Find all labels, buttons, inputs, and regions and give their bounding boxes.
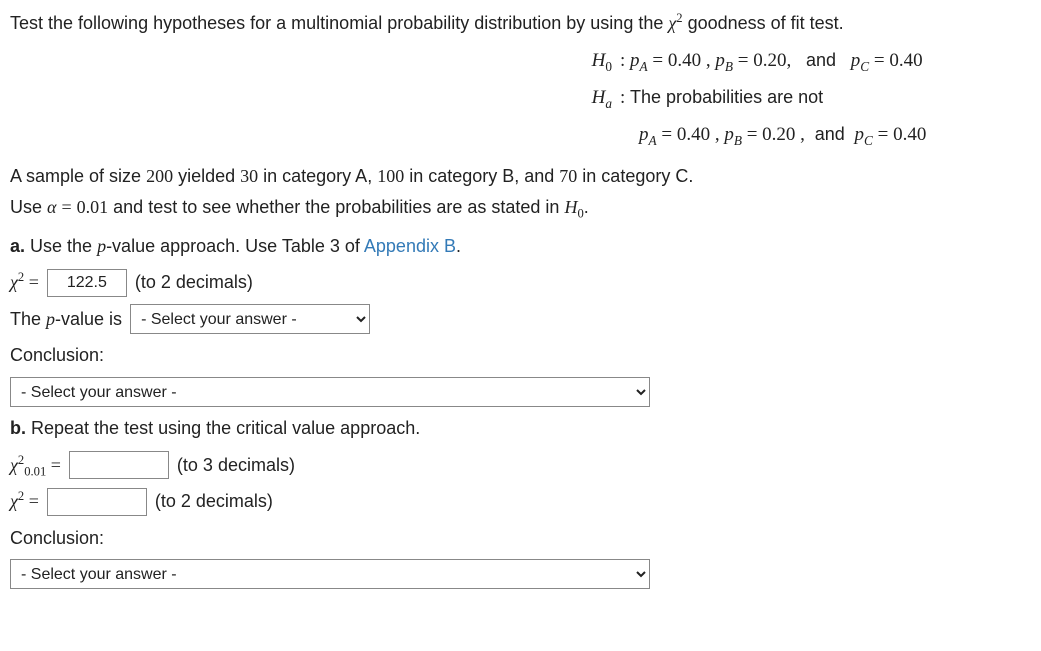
pvalue-label: The p-value is — [10, 304, 122, 335]
intro-pre: Test the following hypotheses for a mult… — [10, 13, 668, 33]
part-b-heading: b. Repeat the test using the critical va… — [10, 413, 1031, 444]
ha-line: Ha : The probabilities are not — [10, 82, 1031, 114]
appendix-link[interactable]: Appendix B — [364, 236, 456, 256]
chi-crit-row: χ20.01 = (to 3 decimals) — [10, 450, 1031, 481]
h0-label: H0 — [10, 45, 620, 77]
ha-body2: pA = 0.40 , pB = 0.20 , and pC = 0.40 — [620, 119, 926, 151]
sample-line: A sample of size 200 yielded 30 in categ… — [10, 161, 1031, 192]
h0-ref: H — [564, 197, 577, 217]
h0-line: H0 : pA = 0.40 , pB = 0.20, and pC = 0.4… — [10, 45, 1031, 77]
chi2-label: χ2 = — [10, 267, 39, 298]
sample-b: 100 — [377, 166, 404, 186]
conclusion-a-label: Conclusion: — [10, 340, 1031, 371]
sample-mid1: yielded — [173, 166, 240, 186]
h0-letter: H — [592, 50, 606, 71]
ha-label: Ha — [10, 82, 620, 114]
part-a-p: p — [97, 236, 106, 256]
pvalue-row: The p-value is - Select your answer - — [10, 304, 1031, 335]
conclusion-b-row: - Select your answer - — [10, 559, 1031, 589]
chi2b-row: χ2 = (to 2 decimals) — [10, 486, 1031, 517]
sample-mid3: in category B, and — [404, 166, 559, 186]
chi2b-label: χ2 = — [10, 486, 39, 517]
conclusion-a-select[interactable]: - Select your answer - — [10, 377, 650, 407]
chi-crit-label: χ20.01 = — [10, 450, 61, 481]
part-a-label: a. — [10, 236, 25, 256]
chi-crit-hint: (to 3 decimals) — [177, 450, 295, 481]
chi2-row: χ2 = (to 2 decimals) — [10, 267, 1031, 298]
sample-mid4: in category C. — [577, 166, 693, 186]
use-alpha-line: Use α = 0.01 and test to see whether the… — [10, 192, 1031, 223]
hypotheses-block: H0 : pA = 0.40 , pB = 0.20, and pC = 0.4… — [10, 45, 1031, 152]
colon: : — [620, 50, 630, 71]
sample-c: 70 — [559, 166, 577, 186]
colon2: : — [620, 87, 630, 108]
ha-body: : The probabilities are not — [620, 82, 823, 114]
sample-n: 200 — [146, 166, 173, 186]
chi2b-input[interactable] — [47, 488, 147, 516]
ha-sub: a — [605, 96, 612, 111]
chi2-hint: (to 2 decimals) — [135, 267, 253, 298]
h0-sub: 0 — [605, 58, 612, 73]
chi2b-hint: (to 2 decimals) — [155, 486, 273, 517]
intro-post: goodness of fit test. — [683, 13, 844, 33]
alpha-symbol: α — [47, 197, 56, 217]
use-alpha-mid: and test to see whether the probabilitie… — [108, 197, 564, 217]
part-a-mid: -value approach. Use Table 3 of — [106, 236, 364, 256]
part-a-pre: Use the — [25, 236, 97, 256]
conclusion-b-label: Conclusion: — [10, 523, 1031, 554]
sample-mid2: in category A, — [258, 166, 377, 186]
part-b-label: b. — [10, 418, 26, 438]
chi2-input[interactable] — [47, 269, 127, 297]
pvalue-select[interactable]: - Select your answer - — [130, 304, 370, 334]
use-alpha-pre: Use — [10, 197, 47, 217]
period2: . — [456, 236, 461, 256]
chi-crit-input[interactable] — [69, 451, 169, 479]
sample-a: 30 — [240, 166, 258, 186]
ha-line2: pA = 0.40 , pB = 0.20 , and pC = 0.40 — [10, 119, 1031, 151]
conclusion-a-row: - Select your answer - — [10, 377, 1031, 407]
period1: . — [584, 197, 589, 217]
sample-pre: A sample of size — [10, 166, 146, 186]
alpha-value: 0.01 — [77, 197, 109, 217]
intro-line: Test the following hypotheses for a mult… — [10, 8, 1031, 39]
part-b-text: Repeat the test using the critical value… — [26, 418, 420, 438]
part-a-heading: a. Use the p-value approach. Use Table 3… — [10, 231, 1031, 262]
ha-letter: H — [592, 87, 606, 108]
ha-body-text: The probabilities are not — [630, 87, 823, 107]
conclusion-b-select[interactable]: - Select your answer - — [10, 559, 650, 589]
h0-body: : pA = 0.40 , pB = 0.20, and pC = 0.40 — [620, 45, 923, 77]
